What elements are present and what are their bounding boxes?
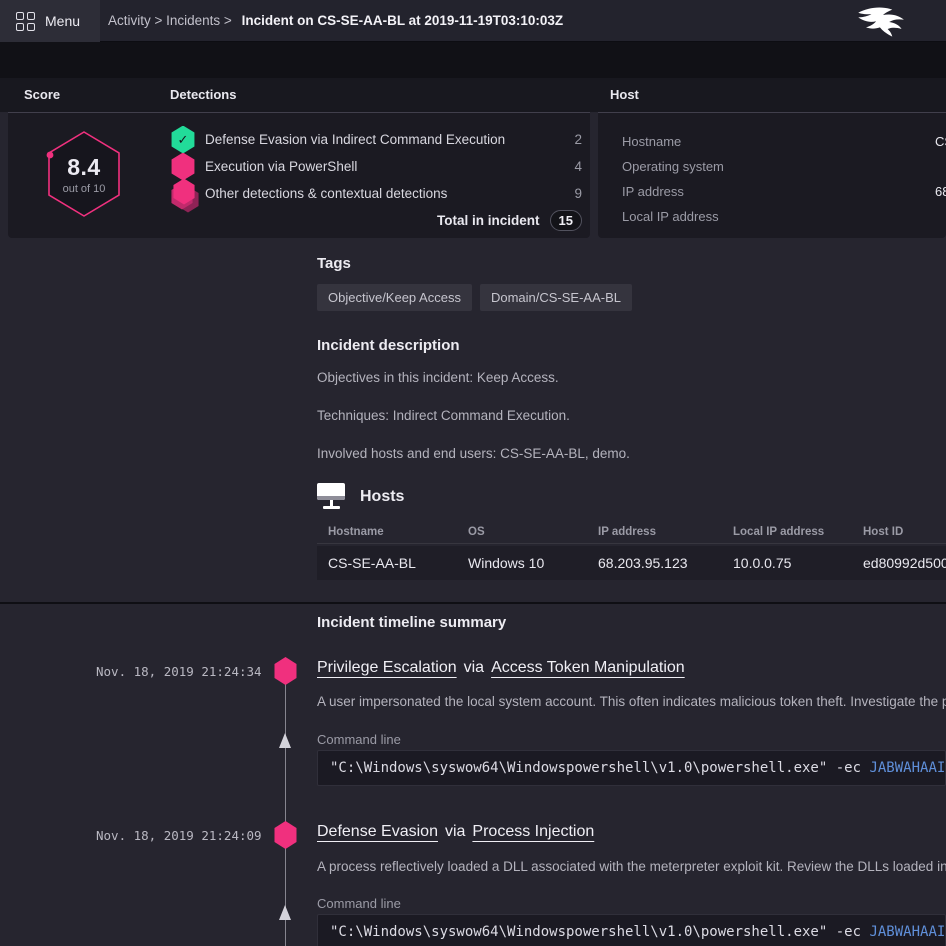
score-caption: out of 10 bbox=[63, 183, 106, 195]
menu-grid-icon bbox=[16, 12, 35, 31]
technique-link[interactable]: Process Injection bbox=[472, 823, 594, 840]
description-paragraph: Involved hosts and end users: CS-SE-AA-B… bbox=[317, 446, 630, 461]
command-line-label: Command line bbox=[317, 896, 401, 911]
timeline-heading: Incident timeline summary bbox=[317, 614, 506, 631]
detections-list: ✓ Defense Evasion via Indirect Command E… bbox=[170, 126, 582, 231]
host-detail-row: Hostname CS-SE-AA-BL bbox=[622, 129, 946, 154]
command-text: "C:\Windows\syswow64\Windowspowershell\v… bbox=[330, 924, 869, 940]
total-label: Total in incident bbox=[437, 213, 540, 228]
incident-page: Menu Activity > Incidents > Incident on … bbox=[0, 0, 946, 946]
cell-hostname: CS-SE-AA-BL bbox=[328, 546, 416, 580]
summary-column-headers: Score Detections Host bbox=[0, 78, 946, 112]
score-header: Score bbox=[24, 78, 60, 112]
incident-description-heading: Incident description bbox=[317, 337, 460, 354]
host-detail-row: IP address 68.203.95.123 bbox=[622, 179, 946, 204]
score-detections-panel: 8.4 out of 10 ✓ Defense Evasion via Indi… bbox=[8, 112, 590, 238]
host-detail-label: Local IP address bbox=[622, 209, 719, 224]
detection-row[interactable]: ✓ Defense Evasion via Indirect Command E… bbox=[170, 126, 582, 153]
host-header: Host bbox=[610, 78, 639, 112]
breadcrumb: Activity > Incidents > Incident on CS-SE… bbox=[108, 0, 563, 42]
event-hexagon-icon bbox=[273, 657, 298, 685]
tag-chip: Objective/Keep Access bbox=[317, 284, 472, 311]
breadcrumb-path[interactable]: Activity > Incidents > bbox=[108, 13, 232, 28]
total-in-incident: Total in incident 15 bbox=[170, 210, 582, 231]
event-title: Privilege Escalation via Access Token Mani… bbox=[317, 659, 685, 677]
detection-count: 9 bbox=[574, 186, 582, 201]
host-detail-row: Operating system bbox=[622, 154, 946, 179]
table-divider bbox=[317, 543, 946, 544]
hosts-col-local-ip: Local IP address bbox=[733, 526, 824, 538]
section-divider bbox=[0, 602, 946, 604]
detection-label: Execution via PowerShell bbox=[205, 159, 574, 174]
tactic-link[interactable]: Defense Evasion bbox=[317, 823, 438, 840]
crowdstrike-falcon-icon bbox=[852, 5, 914, 39]
cell-local-ip: 10.0.0.75 bbox=[733, 546, 791, 580]
tag-chip: Domain/CS-SE-AA-BL bbox=[480, 284, 632, 311]
hosts-col-hostname: Hostname bbox=[328, 526, 384, 538]
timeline-up-arrow-icon bbox=[279, 733, 291, 748]
host-detail-value: CS-SE-AA-BL bbox=[935, 129, 946, 154]
host-detail-row: Local IP address bbox=[622, 204, 946, 229]
description-paragraph: Techniques: Indirect Command Execution. bbox=[317, 408, 570, 423]
via-text: via bbox=[445, 823, 465, 840]
event-timestamp: Nov. 18, 2019 21:24:09 bbox=[96, 828, 262, 843]
event-description: A process reflectively loaded a DLL asso… bbox=[317, 859, 946, 874]
event-timestamp: Nov. 18, 2019 21:24:34 bbox=[96, 664, 262, 679]
event-hexagon-icon bbox=[273, 821, 298, 849]
detection-count: 2 bbox=[574, 132, 582, 147]
hosts-heading: Hosts bbox=[360, 488, 404, 506]
spacer-band bbox=[0, 42, 946, 78]
detection-row[interactable]: Other detections & contextual detections… bbox=[170, 180, 582, 207]
technique-link[interactable]: Access Token Manipulation bbox=[491, 659, 685, 676]
detections-header: Detections bbox=[170, 78, 236, 112]
menu-label: Menu bbox=[45, 13, 80, 29]
check-hexagon-icon: ✓ bbox=[170, 126, 196, 154]
cell-ip: 68.203.95.123 bbox=[598, 546, 688, 580]
detection-count: 4 bbox=[574, 159, 582, 174]
monitor-icon bbox=[317, 483, 347, 511]
incident-score: 8.4 out of 10 bbox=[45, 130, 123, 218]
total-count-badge: 15 bbox=[550, 210, 582, 231]
host-panel: Hostname CS-SE-AA-BL Operating system IP… bbox=[598, 112, 946, 238]
host-detail-label: Hostname bbox=[622, 134, 681, 149]
tactic-link[interactable]: Privilege Escalation bbox=[317, 659, 457, 676]
command-line-box: "C:\Windows\syswow64\Windowspowershell\v… bbox=[317, 914, 946, 946]
command-line-label: Command line bbox=[317, 732, 401, 747]
command-line-box: "C:\Windows\syswow64\Windowspowershell\v… bbox=[317, 750, 946, 786]
command-encoded-arg: JABWAHAAIAA9A bbox=[869, 760, 946, 776]
hosts-col-os: OS bbox=[468, 526, 485, 538]
host-detail-label: IP address bbox=[622, 184, 684, 199]
hosts-col-host-id: Host ID bbox=[863, 526, 903, 538]
top-bar: Menu Activity > Incidents > Incident on … bbox=[0, 0, 946, 42]
host-detail-value: 68.203.95.123 bbox=[935, 179, 946, 204]
stacked-hexagons-icon bbox=[170, 179, 200, 209]
hexagon-icon bbox=[170, 153, 196, 181]
host-detail-label: Operating system bbox=[622, 159, 724, 174]
description-paragraph: Objectives in this incident: Keep Access… bbox=[317, 370, 559, 385]
command-text: "C:\Windows\syswow64\Windowspowershell\v… bbox=[330, 760, 869, 776]
via-text: via bbox=[464, 659, 484, 676]
score-value: 8.4 bbox=[67, 154, 100, 181]
detection-label: Other detections & contextual detections bbox=[205, 186, 574, 201]
cell-host-id: ed80992d500 bbox=[863, 546, 946, 580]
event-description: A user impersonated the local system acc… bbox=[317, 694, 946, 709]
event-title: Defense Evasion via Process Injection bbox=[317, 823, 594, 841]
cell-os: Windows 10 bbox=[468, 546, 544, 580]
hosts-col-ip: IP address bbox=[598, 526, 656, 538]
detection-label: Defense Evasion via Indirect Command Exe… bbox=[205, 132, 574, 147]
hosts-section-header: Hosts bbox=[317, 483, 404, 511]
breadcrumb-current: Incident on CS-SE-AA-BL at 2019-11-19T03… bbox=[242, 13, 564, 28]
tags-row: Objective/Keep Access Domain/CS-SE-AA-BL bbox=[317, 284, 632, 311]
tags-heading: Tags bbox=[317, 255, 351, 272]
menu-button[interactable]: Menu bbox=[0, 0, 100, 42]
timeline-up-arrow-icon bbox=[279, 905, 291, 920]
detection-row[interactable]: Execution via PowerShell 4 bbox=[170, 153, 582, 180]
table-row[interactable]: CS-SE-AA-BL Windows 10 68.203.95.123 10.… bbox=[317, 546, 946, 580]
command-encoded-arg: JABWAHAAIAA9A bbox=[869, 924, 946, 940]
